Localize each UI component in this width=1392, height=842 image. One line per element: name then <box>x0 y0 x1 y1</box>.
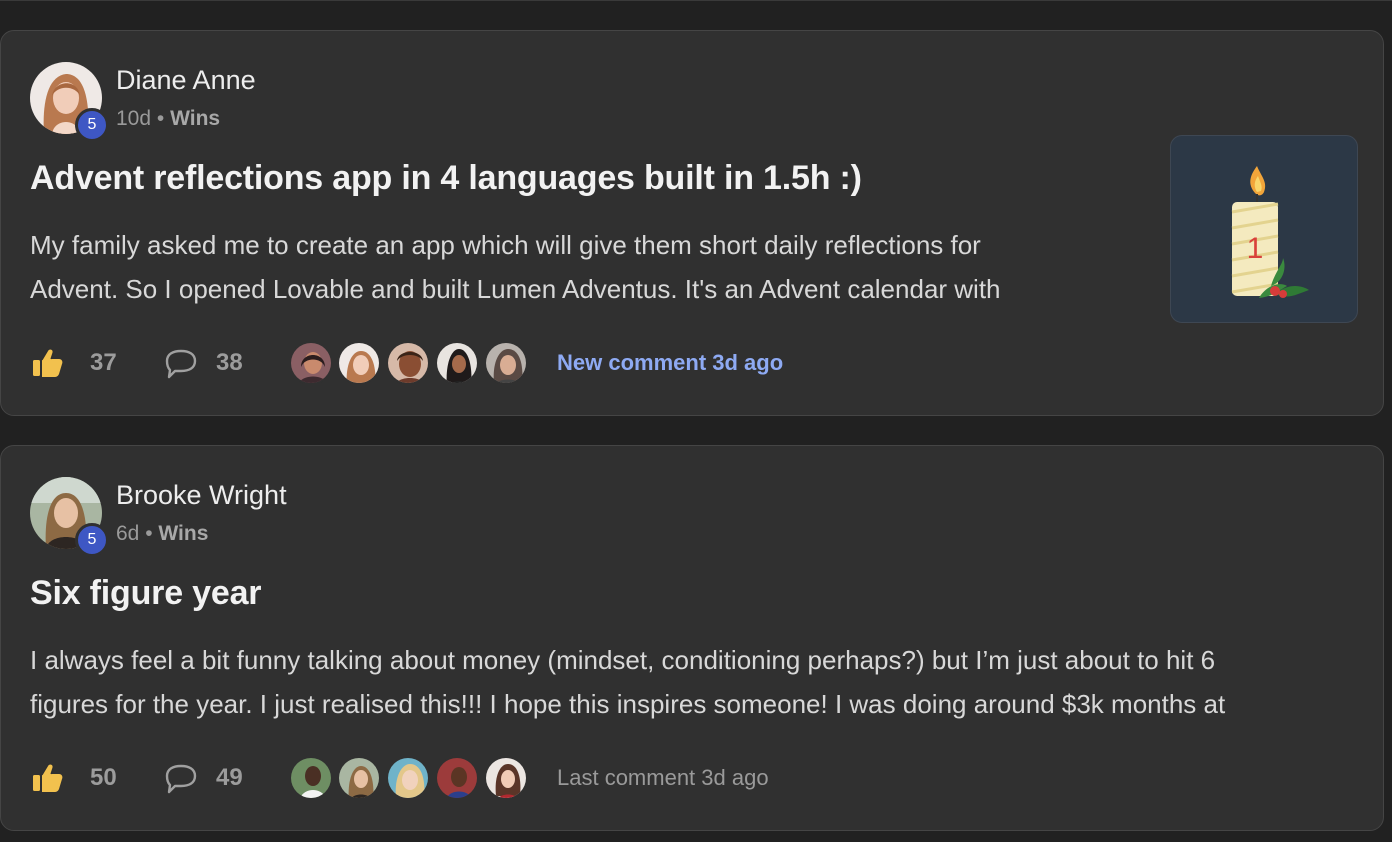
post-age: 10d <box>116 107 152 130</box>
post-thumbnail[interactable]: 1 <box>1170 135 1358 323</box>
post-actions: 37 38 New comment 3d ago <box>30 341 930 385</box>
post-body-line: figures for the year. I just realised th… <box>30 689 1226 719</box>
post-body[interactable]: My family asked me to create an app whic… <box>30 223 1001 311</box>
comment-count: 38 <box>216 349 243 376</box>
like-count: 37 <box>90 349 117 376</box>
post-title[interactable]: Six figure year <box>30 574 262 613</box>
post-actions: 50 49 Last comment 3d ago <box>30 756 930 800</box>
author-avatar[interactable]: 5 <box>30 477 109 557</box>
commenter-avatar <box>289 756 333 800</box>
commenter-avatar <box>435 341 479 385</box>
commenter-avatar <box>484 341 528 385</box>
commenter-avatar <box>337 341 381 385</box>
last-comment-link[interactable]: New comment 3d ago <box>557 350 783 376</box>
commenter-avatar <box>289 341 333 385</box>
thumbs-up-icon[interactable] <box>30 761 64 795</box>
author-avatar[interactable]: 5 <box>30 62 109 142</box>
meta-separator: • <box>145 522 153 545</box>
comment-count: 49 <box>216 764 243 791</box>
comment-bubble-icon[interactable] <box>163 347 199 381</box>
commenter-avatar <box>484 756 528 800</box>
comment-bubble-icon[interactable] <box>163 762 199 796</box>
post-card[interactable]: 5 Brooke Wright 6d • Wins Six figure yea… <box>0 445 1384 831</box>
post-meta: 10d • Wins <box>116 107 220 131</box>
thumbs-up-icon[interactable] <box>30 346 64 380</box>
author-name[interactable]: Brooke Wright <box>116 480 287 511</box>
post-meta: 6d • Wins <box>116 522 208 546</box>
level-badge: 5 <box>75 108 109 142</box>
candle-icon: 1 <box>1231 166 1309 298</box>
level-badge: 5 <box>75 523 109 557</box>
commenter-avatar <box>435 756 479 800</box>
post-body[interactable]: I always feel a bit funny talking about … <box>30 638 1225 726</box>
last-comment-link[interactable]: Last comment 3d ago <box>557 765 769 791</box>
post-body-line: Advent. So I opened Lovable and built Lu… <box>30 274 1001 304</box>
commenter-avatar <box>337 756 381 800</box>
top-divider <box>0 0 1392 1</box>
post-card[interactable]: 5 Diane Anne 10d • Wins Advent reflectio… <box>0 30 1384 416</box>
like-count: 50 <box>90 764 117 791</box>
post-body-line: My family asked me to create an app whic… <box>30 230 981 260</box>
author-name[interactable]: Diane Anne <box>116 65 256 96</box>
post-body-line: I always feel a bit funny talking about … <box>30 645 1216 675</box>
meta-separator: • <box>156 107 165 130</box>
post-title[interactable]: Advent reflections app in 4 languages bu… <box>30 159 862 198</box>
post-category[interactable]: Wins <box>170 107 220 130</box>
post-age: 6d <box>116 522 140 545</box>
candle-number: 1 <box>1247 232 1264 265</box>
commenter-avatar <box>386 341 430 385</box>
post-category[interactable]: Wins <box>158 522 208 545</box>
commenter-avatar <box>386 756 430 800</box>
